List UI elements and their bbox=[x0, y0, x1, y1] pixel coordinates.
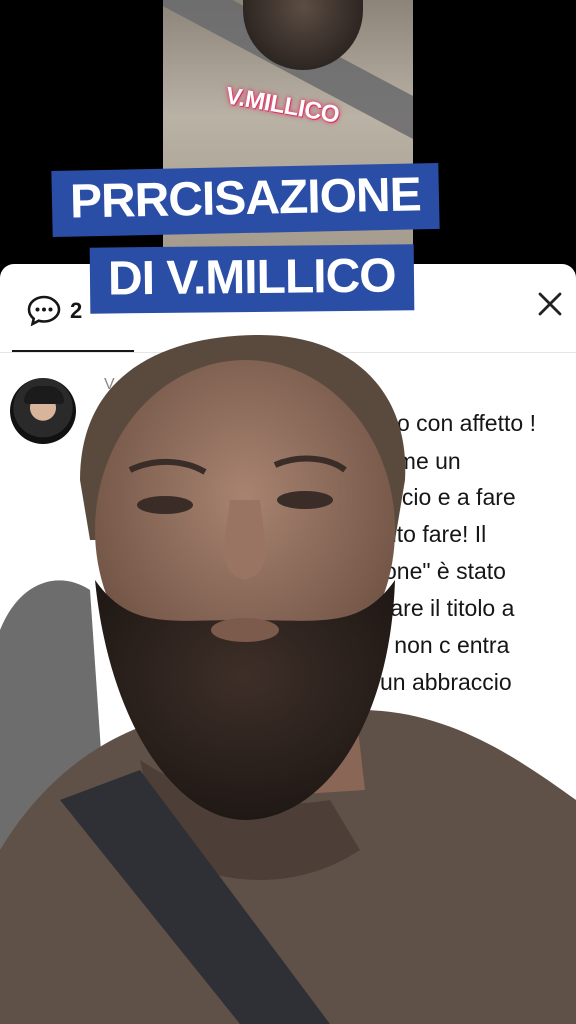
comment-count: 2 bbox=[70, 298, 83, 323]
title-banner-line-1: PRRCISAZIONE bbox=[51, 162, 440, 238]
person-cutout bbox=[0, 335, 576, 1024]
speech-bubble-icon[interactable] bbox=[26, 294, 62, 326]
close-icon[interactable] bbox=[536, 290, 564, 318]
title-banner-line-2: DI V.MILLICO bbox=[89, 244, 414, 314]
